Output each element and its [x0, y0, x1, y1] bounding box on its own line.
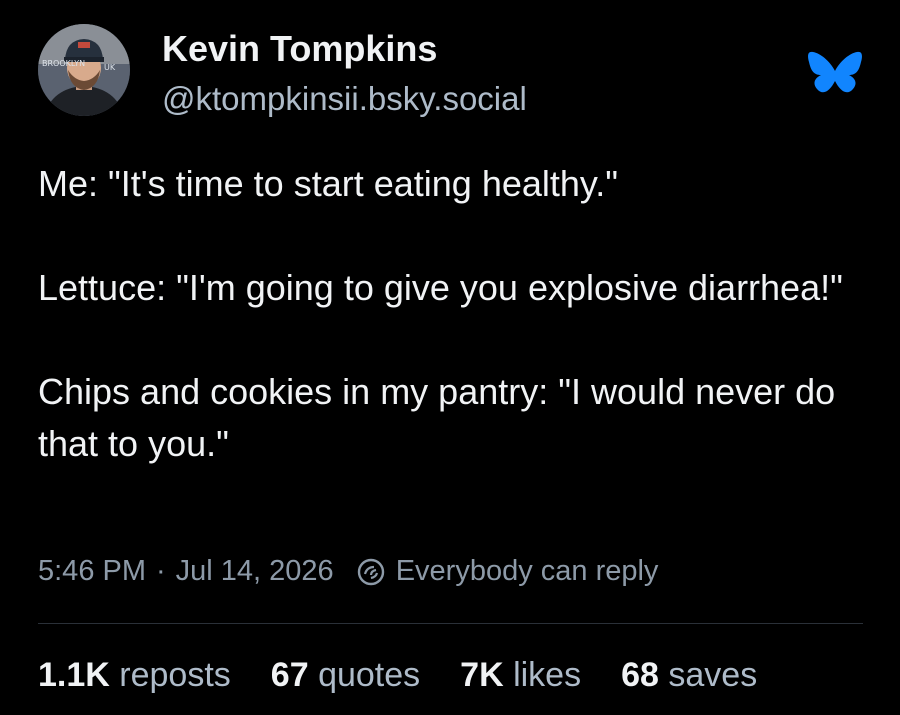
avatar-shirt-text: UK	[104, 63, 116, 72]
stat-count: 7K	[460, 656, 504, 694]
reply-setting-label[interactable]: Everybody can reply	[396, 555, 659, 588]
avatar[interactable]: BROOKLYN UK	[38, 24, 130, 116]
stat-label: likes	[513, 656, 582, 694]
engagement-stats: 1.1K reposts 67 quotes 7K likes 68 saves	[38, 656, 797, 695]
post-paragraph: Me: "It's time to start eating healthy."	[38, 163, 619, 204]
stat-likes[interactable]: 7K likes	[460, 656, 581, 695]
stat-reposts[interactable]: 1.1K reposts	[38, 656, 231, 695]
post-paragraph: Chips and cookies in my pantry: "I would…	[38, 371, 836, 464]
post-card: BROOKLYN UK Kevin Tompkins @ktompkinsii.…	[0, 0, 900, 715]
stat-label: quotes	[318, 656, 421, 694]
stat-quotes[interactable]: 67 quotes	[271, 656, 420, 695]
stat-saves[interactable]: 68 saves	[621, 656, 757, 695]
stat-count: 67	[270, 656, 309, 694]
author-handle[interactable]: @ktompkinsii.bsky.social	[162, 80, 527, 118]
post-paragraph: Lettuce: "I'm going to give you explosiv…	[38, 267, 843, 308]
reply-settings-icon[interactable]	[356, 557, 386, 587]
avatar-photo: BROOKLYN UK	[38, 24, 130, 116]
meta-separator: ·	[156, 555, 166, 587]
avatar-hat-text: BROOKLYN	[42, 59, 85, 68]
stat-label: reposts	[119, 656, 231, 694]
post-time[interactable]: 5:46 PM	[38, 555, 146, 588]
post-meta: 5:46 PM · Jul 14, 2026 Everybody can rep…	[38, 555, 658, 588]
author-display-name[interactable]: Kevin Tompkins	[162, 28, 437, 70]
stat-count: 1.1K	[38, 656, 110, 694]
bluesky-butterfly-icon	[808, 50, 862, 98]
stat-count: 68	[621, 656, 659, 694]
post-text: Me: "It's time to start eating healthy."…	[38, 158, 868, 470]
divider	[38, 623, 863, 624]
stat-label: saves	[668, 656, 758, 694]
post-date[interactable]: Jul 14, 2026	[176, 555, 334, 588]
